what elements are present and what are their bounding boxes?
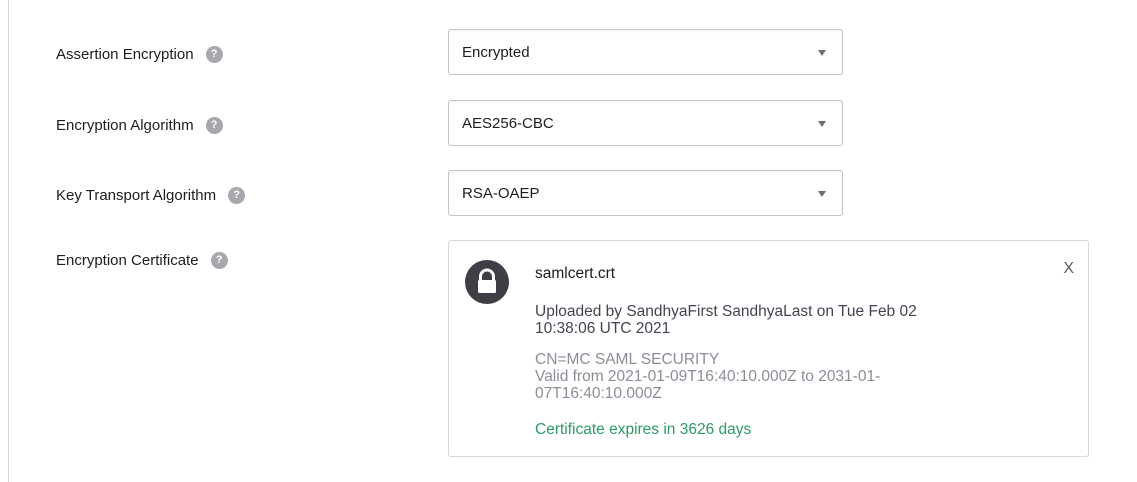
certificate-uploaded-line-1: Uploaded by SandhyaFirst SandhyaLast on … xyxy=(535,303,917,320)
encryption-certificate-label: Encryption Certificate xyxy=(56,251,199,269)
key-transport-algorithm-select[interactable]: RSA-OAEP xyxy=(448,170,843,216)
certificate-valid-line-1: Valid from 2021-01-09T16:40:10.000Z to 2… xyxy=(535,368,881,385)
certificate-details: CN=MC SAML SECURITY Valid from 2021-01-0… xyxy=(535,351,1035,402)
chevron-down-icon xyxy=(818,50,826,56)
encryption-algorithm-select[interactable]: AES256-CBC xyxy=(448,100,843,146)
certificate-uploaded-line-2: 10:38:06 UTC 2021 xyxy=(535,320,671,337)
certificate-uploaded-info: Uploaded by SandhyaFirst SandhyaLast on … xyxy=(535,303,1035,337)
encryption-algorithm-label-group: Encryption Algorithm ? xyxy=(56,100,223,150)
assertion-encryption-row: Assertion Encryption ? Encrypted xyxy=(0,29,1137,79)
key-transport-algorithm-value: RSA-OAEP xyxy=(462,184,540,202)
close-icon[interactable]: X xyxy=(1063,260,1074,278)
assertion-encryption-select[interactable]: Encrypted xyxy=(448,29,843,75)
encryption-algorithm-value: AES256-CBC xyxy=(462,114,554,132)
encryption-certificate-label-group: Encryption Certificate ? xyxy=(56,240,228,280)
assertion-encryption-label-group: Assertion Encryption ? xyxy=(56,29,223,79)
key-transport-algorithm-row: Key Transport Algorithm ? RSA-OAEP xyxy=(0,170,1137,220)
encryption-settings-panel: Assertion Encryption ? Encrypted Encrypt… xyxy=(0,0,1137,482)
certificate-card: samlcert.crt X Uploaded by SandhyaFirst … xyxy=(448,240,1089,457)
lock-icon-graphic xyxy=(478,268,496,293)
encryption-algorithm-row: Encryption Algorithm ? AES256-CBC xyxy=(0,100,1137,150)
encryption-algorithm-label: Encryption Algorithm xyxy=(56,116,194,134)
key-transport-algorithm-label: Key Transport Algorithm xyxy=(56,186,217,204)
chevron-down-icon xyxy=(818,191,826,197)
assertion-encryption-label: Assertion Encryption xyxy=(56,45,194,63)
assertion-encryption-value: Encrypted xyxy=(462,43,530,61)
help-icon[interactable]: ? xyxy=(205,45,223,63)
chevron-down-icon xyxy=(818,121,826,127)
help-icon[interactable]: ? xyxy=(205,116,223,134)
help-icon[interactable]: ? xyxy=(228,186,246,204)
key-transport-algorithm-label-group: Key Transport Algorithm ? xyxy=(56,170,246,220)
help-icon[interactable]: ? xyxy=(210,251,228,269)
certificate-valid-line-2: 07T16:40:10.000Z xyxy=(535,385,662,402)
certificate-expiry-status: Certificate expires in 3626 days xyxy=(535,421,752,438)
certificate-cn: CN=MC SAML SECURITY xyxy=(535,351,720,368)
lock-icon xyxy=(465,260,509,304)
certificate-file-name: samlcert.crt xyxy=(535,265,616,282)
